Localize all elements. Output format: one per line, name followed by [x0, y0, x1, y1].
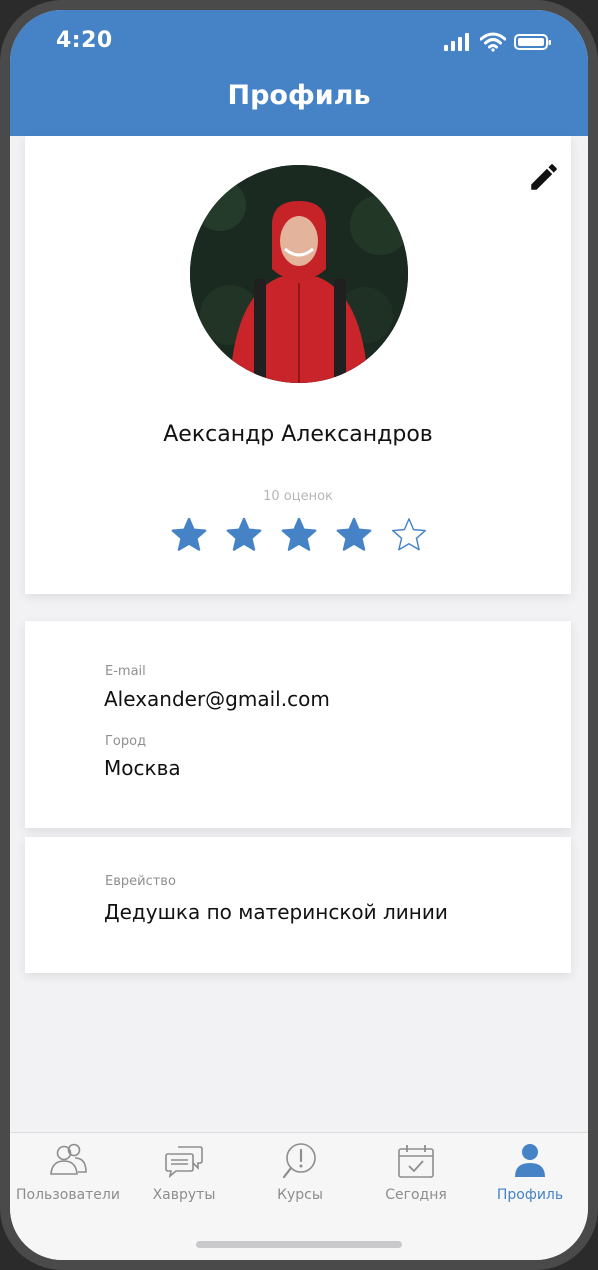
- tab-users-label: Пользователи: [16, 1187, 120, 1203]
- page-title: Профиль: [227, 80, 371, 111]
- star-filled-icon: [226, 517, 262, 551]
- profile-card: Аександр Александров 10 оценок: [25, 136, 571, 594]
- tab-profile-label: Профиль: [496, 1187, 564, 1203]
- signal-icon: [444, 33, 469, 51]
- home-indicator[interactable]: [196, 1241, 402, 1248]
- tab-today-label: Сегодня: [385, 1187, 447, 1203]
- wifi-icon: [480, 32, 506, 52]
- screen: 4:20 Профиль Аександр Александров 10 оце…: [10, 10, 588, 1260]
- city-value: Москва: [104, 756, 181, 780]
- email-value: Alexander@gmail.com: [104, 687, 330, 711]
- tab-courses-label: Курсы: [277, 1187, 323, 1203]
- edit-profile-button[interactable]: [527, 160, 561, 194]
- header-bar: 4:20 Профиль: [10, 10, 588, 136]
- status-icons: [444, 32, 564, 52]
- status-time: 4:20: [56, 28, 113, 53]
- star-empty-icon: [391, 518, 427, 551]
- phone-frame: 4:20 Профиль Аександр Александров 10 оце…: [0, 0, 598, 1270]
- person-icon: [515, 1144, 545, 1177]
- city-label: Город: [105, 734, 147, 749]
- tab-today[interactable]: Сегодня: [358, 1133, 474, 1219]
- jewishness-value: Дедушка по материнской линии: [104, 900, 448, 924]
- star-filled-icon: [281, 517, 317, 551]
- users-icon: [50, 1143, 87, 1175]
- rating-stars: [170, 516, 430, 556]
- star-filled-icon: [336, 517, 372, 551]
- pencil-icon: [531, 164, 557, 190]
- user-name: Аександр Александров: [163, 422, 433, 447]
- tab-havrutas-label: Хавруты: [152, 1187, 216, 1203]
- rating-count: 10 оценок: [263, 489, 333, 504]
- star-filled-icon: [171, 517, 207, 551]
- tab-havrutas[interactable]: Хавруты: [126, 1133, 242, 1219]
- tab-profile[interactable]: Профиль: [472, 1133, 588, 1219]
- jewishness-label: Еврейство: [105, 874, 176, 889]
- tab-users[interactable]: Пользователи: [10, 1133, 126, 1219]
- battery-icon: [514, 34, 551, 50]
- email-label: E-mail: [105, 664, 146, 679]
- chat-bubbles-icon: [165, 1146, 203, 1179]
- avatar: [190, 165, 408, 383]
- avatar-photo: [190, 165, 408, 383]
- contacts-card: E-mail Alexander@gmail.com Город Москва: [25, 621, 571, 828]
- tab-courses[interactable]: Курсы: [242, 1133, 358, 1219]
- calendar-check-icon: [398, 1145, 434, 1178]
- jewishness-card: Еврейство Дедушка по материнской линии: [25, 837, 571, 973]
- search-exclamation-icon: [282, 1143, 316, 1179]
